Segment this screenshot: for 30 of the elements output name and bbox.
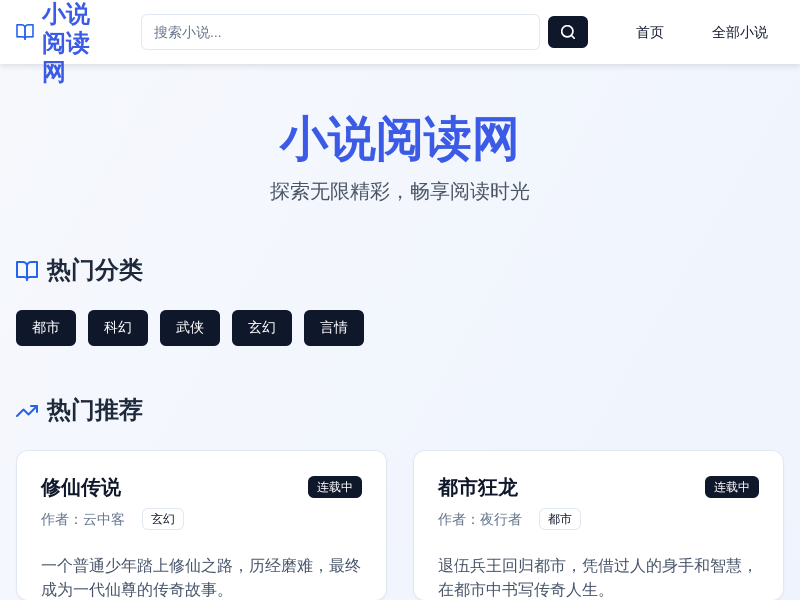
novel-card[interactable]: 都市狂龙 连载中 作者：夜行者 都市 退伍兵王回归都市，凭借过人的身手和智慧，在都市中书写传奇人生。 <box>413 450 784 600</box>
search-icon <box>561 25 575 39</box>
category-button[interactable]: 武侠 <box>160 310 220 346</box>
status-badge: 连载中 <box>705 476 759 498</box>
author-text: 作者：云中客 <box>41 510 125 529</box>
category-button[interactable]: 都市 <box>16 310 76 346</box>
open-book-icon <box>16 261 38 281</box>
novel-card[interactable]: 修仙传说 连载中 作者：云中客 玄幻 一个普通少年踏上修仙之路，历经磨难，最终成为一代仙尊的传奇故事。 <box>16 450 387 600</box>
genre-tag: 都市 <box>539 508 581 530</box>
category-button[interactable]: 玄幻 <box>232 310 292 346</box>
search-button[interactable] <box>548 16 588 48</box>
category-button[interactable]: 言情 <box>304 310 364 346</box>
hero-subtitle: 探索无限精彩，畅享阅读时光 <box>270 180 530 205</box>
open-book-icon <box>16 24 34 40</box>
hero-title: 小说阅读网 <box>278 112 521 168</box>
author-text: 作者：夜行者 <box>438 510 522 529</box>
genre-tag: 玄幻 <box>142 508 184 530</box>
novel-description: 退伍兵王回归都市，凭借过人的身手和智慧，在都市中书写传奇人生。 <box>438 556 759 600</box>
section-title: 热门分类 <box>47 256 143 286</box>
status-badge: 连载中 <box>308 476 362 498</box>
novel-title: 修仙传说 <box>41 476 121 501</box>
search-field[interactable]: 搜索小说... <box>141 14 540 50</box>
section-title: 热门推荐 <box>47 396 143 426</box>
trending-up-icon <box>16 405 38 417</box>
nav-link[interactable]: 全部小说 <box>696 14 784 50</box>
site-logo[interactable]: 小说阅读网 <box>42 0 92 87</box>
novel-description: 一个普通少年踏上修仙之路，历经磨难，最终成为一代仙尊的传奇故事。 <box>41 556 362 600</box>
nav-link[interactable]: 首页 <box>620 14 680 50</box>
novel-title: 都市狂龙 <box>438 476 518 501</box>
category-button[interactable]: 科幻 <box>88 310 148 346</box>
